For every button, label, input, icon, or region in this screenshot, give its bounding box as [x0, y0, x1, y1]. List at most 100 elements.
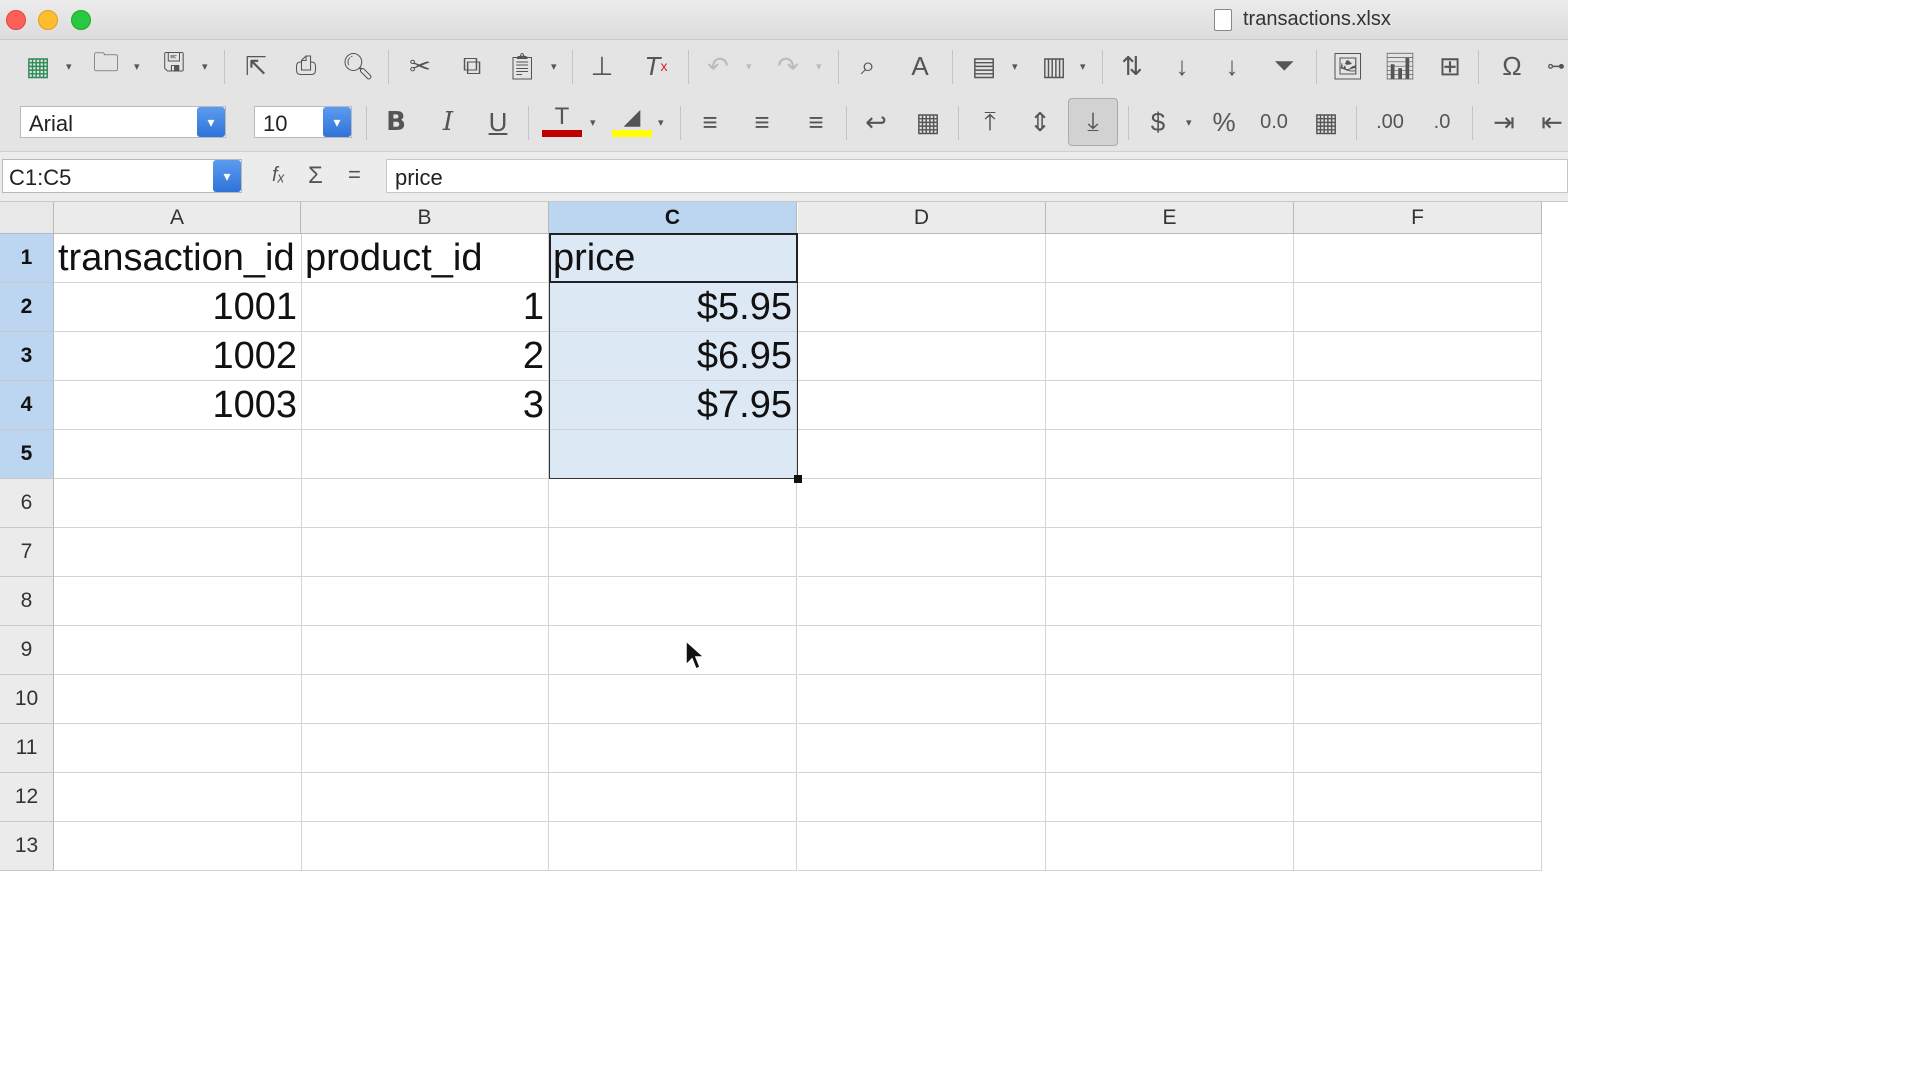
cell-f6[interactable] — [1294, 479, 1542, 528]
cell-a7[interactable] — [54, 528, 302, 577]
hyperlink-icon[interactable]: ⊶ — [1544, 46, 1568, 86]
cell-f8[interactable] — [1294, 577, 1542, 626]
row-icon[interactable]: ▤ — [964, 46, 1004, 86]
cell-b11[interactable] — [301, 724, 549, 773]
cell-e3[interactable] — [1046, 332, 1294, 381]
find-replace-icon[interactable]: ⌕ — [850, 46, 886, 86]
row-header-6[interactable]: 6 — [0, 479, 54, 528]
cell-f13[interactable] — [1294, 822, 1542, 871]
align-right-icon[interactable]: ≡ — [798, 102, 834, 142]
special-character-icon[interactable]: Ω — [1492, 46, 1532, 86]
row-header-1[interactable]: 1 — [0, 234, 54, 283]
italic-icon[interactable]: I — [430, 102, 466, 142]
chevron-down-icon[interactable]: ▾ — [213, 160, 241, 192]
redo-icon[interactable]: ↷ — [770, 46, 806, 86]
cell-f10[interactable] — [1294, 675, 1542, 724]
chevron-down-icon[interactable]: ▾ — [202, 60, 208, 73]
cell-e6[interactable] — [1046, 479, 1294, 528]
sort-ascending-icon[interactable]: ↓ — [1164, 46, 1200, 86]
cell-b5[interactable] — [301, 430, 549, 479]
spelling-icon[interactable]: A — [902, 46, 938, 86]
row-header-7[interactable]: 7 — [0, 528, 54, 577]
cell-d3[interactable] — [798, 332, 1046, 381]
cut-icon[interactable]: ✂ — [402, 46, 438, 86]
cell-d1[interactable] — [798, 234, 1046, 283]
cell-a8[interactable] — [54, 577, 302, 626]
align-center-icon[interactable]: ≡ — [744, 102, 780, 142]
spreadsheet-grid[interactable]: ABCDEF 1 2 3 4 5 6 7 8 9 10 11 12 13 transaction_id p… — [0, 202, 1568, 882]
sort-descending-icon[interactable]: ↓ — [1214, 46, 1250, 86]
zoom-window-button[interactable] — [71, 10, 91, 30]
insert-chart-icon[interactable]: 📊︎ — [1380, 46, 1420, 86]
cell-b13[interactable] — [301, 822, 549, 871]
cell-a3[interactable]: 1002 — [54, 332, 302, 381]
column-header-c[interactable]: C — [549, 202, 797, 234]
add-decimal-icon[interactable]: .00 — [1370, 102, 1410, 142]
chevron-down-icon[interactable]: ▾ — [323, 107, 351, 137]
print-preview-icon[interactable]: 🔍︎ — [340, 46, 376, 86]
align-left-icon[interactable]: ≡ — [692, 102, 728, 142]
delete-decimal-icon[interactable]: .0 — [1422, 102, 1462, 142]
cell-a13[interactable] — [54, 822, 302, 871]
decrease-indent-icon[interactable]: ⇤ — [1536, 102, 1568, 142]
row-header-5[interactable]: 5 — [0, 430, 54, 479]
cell-b10[interactable] — [301, 675, 549, 724]
cell-b4[interactable]: 3 — [301, 381, 549, 430]
font-name-box[interactable]: Arial ▾ — [20, 106, 226, 138]
cell-f4[interactable] — [1294, 381, 1542, 430]
cell-e8[interactable] — [1046, 577, 1294, 626]
cell-a6[interactable] — [54, 479, 302, 528]
row-header-3[interactable]: 3 — [0, 332, 54, 381]
fill-handle[interactable] — [794, 475, 802, 483]
cell-f9[interactable] — [1294, 626, 1542, 675]
font-color-icon[interactable]: T — [540, 100, 584, 140]
cell-c7[interactable] — [549, 528, 797, 577]
cell-d4[interactable] — [798, 381, 1046, 430]
cell-c9[interactable] — [549, 626, 797, 675]
formula-input[interactable]: price — [386, 159, 1568, 193]
cell-a5[interactable] — [54, 430, 302, 479]
align-top-icon[interactable]: ⤒ — [972, 102, 1008, 142]
cell-b9[interactable] — [301, 626, 549, 675]
formula-icon[interactable]: = — [348, 162, 361, 188]
pivot-table-icon[interactable]: ⊞ — [1430, 46, 1470, 86]
cell-b12[interactable] — [301, 773, 549, 822]
print-icon[interactable]: ⎙ — [288, 46, 324, 86]
chevron-down-icon[interactable]: ▾ — [551, 60, 557, 73]
cell-c6[interactable] — [549, 479, 797, 528]
cell-e11[interactable] — [1046, 724, 1294, 773]
column-icon[interactable]: ▥ — [1034, 46, 1074, 86]
chevron-down-icon[interactable]: ▾ — [816, 60, 822, 73]
row-header-11[interactable]: 11 — [0, 724, 54, 773]
chevron-down-icon[interactable]: ▾ — [66, 60, 72, 73]
name-box[interactable]: C1:C5 ▾ — [2, 159, 242, 193]
chevron-down-icon[interactable]: ▾ — [197, 107, 225, 137]
cell-e12[interactable] — [1046, 773, 1294, 822]
chevron-down-icon[interactable]: ▾ — [746, 60, 752, 73]
cell-d13[interactable] — [798, 822, 1046, 871]
chevron-down-icon[interactable]: ▾ — [1012, 60, 1018, 73]
cell-d9[interactable] — [798, 626, 1046, 675]
cell-f5[interactable] — [1294, 430, 1542, 479]
row-header-13[interactable]: 13 — [0, 822, 54, 871]
cell-b3[interactable]: 2 — [301, 332, 549, 381]
cell-d6[interactable] — [798, 479, 1046, 528]
column-header-f[interactable]: F — [1294, 202, 1542, 234]
chevron-down-icon[interactable]: ▾ — [134, 60, 140, 73]
clone-formatting-icon[interactable]: ⊥ — [584, 46, 620, 86]
cell-a10[interactable] — [54, 675, 302, 724]
cell-e9[interactable] — [1046, 626, 1294, 675]
undo-icon[interactable]: ↶ — [700, 46, 736, 86]
chevron-down-icon[interactable]: ▾ — [1080, 60, 1086, 73]
cell-a1[interactable]: transaction_id — [54, 234, 302, 283]
cell-a11[interactable] — [54, 724, 302, 773]
cell-c8[interactable] — [549, 577, 797, 626]
column-header-d[interactable]: D — [798, 202, 1046, 234]
center-vertically-icon[interactable]: ⇕ — [1022, 102, 1058, 142]
open-folder-icon[interactable]: 🗀 — [88, 46, 124, 86]
export-icon[interactable]: ⇱ — [238, 46, 274, 86]
row-header-10[interactable]: 10 — [0, 675, 54, 724]
date-format-icon[interactable]: ▦ — [1308, 102, 1344, 142]
cell-a9[interactable] — [54, 626, 302, 675]
cell-d2[interactable] — [798, 283, 1046, 332]
